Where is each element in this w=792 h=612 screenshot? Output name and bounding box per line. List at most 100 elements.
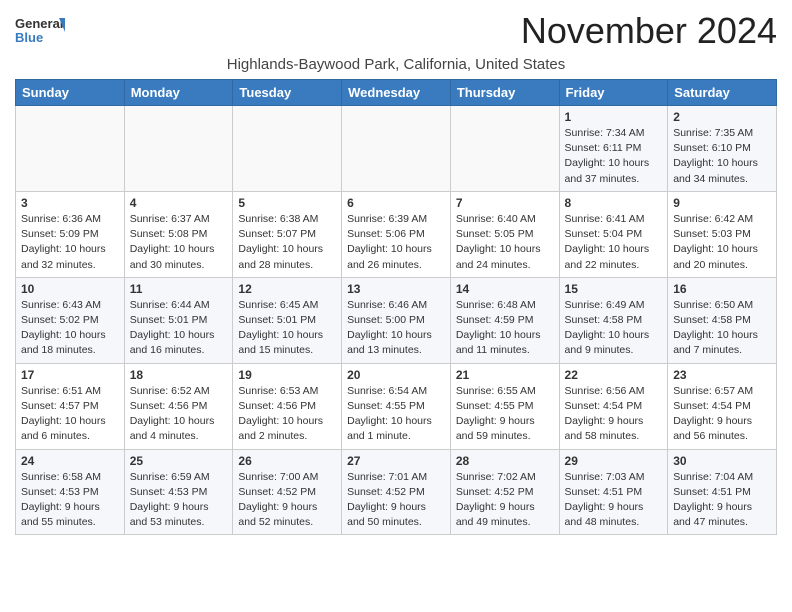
day-number: 26 [238, 454, 336, 468]
week-row-2: 3 Sunrise: 6:36 AMSunset: 5:09 PMDaylight… [16, 191, 777, 277]
calendar-table: SundayMondayTuesdayWednesdayThursdayFrid… [15, 79, 777, 535]
day-number: 16 [673, 282, 771, 296]
day-number: 12 [238, 282, 336, 296]
day-number: 14 [456, 282, 554, 296]
day-cell: 10 Sunrise: 6:43 AMSunset: 5:02 PMDayligh… [16, 277, 125, 363]
day-cell: 23Sunrise: 6:57 AMSunset: 4:54 PMDayligh… [668, 363, 777, 449]
day-cell: 12 Sunrise: 6:45 AMSunset: 5:01 PMDayligh… [233, 277, 342, 363]
day-cell: 7Sunrise: 6:40 AMSunset: 5:05 PMDaylight… [450, 191, 559, 277]
day-info: Sunrise: 6:40 AMSunset: 5:05 PMDaylight:… [456, 212, 554, 273]
day-cell: 2 Sunrise: 7:35 AMSunset: 6:10 PMDaylight… [668, 106, 777, 192]
title-area: November 2024 [521, 10, 777, 52]
day-number: 4 [130, 196, 228, 210]
day-info: Sunrise: 6:53 AMSunset: 4:56 PMDaylight:… [238, 384, 336, 445]
day-cell: 15 Sunrise: 6:49 AMSunset: 4:58 PMDayligh… [559, 277, 668, 363]
day-number: 6 [347, 196, 445, 210]
day-number: 19 [238, 368, 336, 382]
day-cell: 13Sunrise: 6:46 AMSunset: 5:00 PMDayligh… [342, 277, 451, 363]
day-info: Sunrise: 6:48 AMSunset: 4:59 PMDaylight:… [456, 298, 554, 359]
day-info: Sunrise: 6:41 AMSunset: 5:04 PMDaylight:… [565, 212, 663, 273]
day-number: 8 [565, 196, 663, 210]
day-number: 18 [130, 368, 228, 382]
day-cell: 9Sunrise: 6:42 AMSunset: 5:03 PMDaylight… [668, 191, 777, 277]
day-cell [450, 106, 559, 192]
day-cell: 29 Sunrise: 7:03 AMSunset: 4:51 PMDayligh… [559, 449, 668, 535]
day-info: Sunrise: 7:02 AMSunset: 4:52 PMDaylight:… [456, 470, 554, 531]
day-number: 25 [130, 454, 228, 468]
day-cell: 5 Sunrise: 6:38 AMSunset: 5:07 PMDaylight… [233, 191, 342, 277]
day-cell: 18 Sunrise: 6:52 AMSunset: 4:56 PMDayligh… [124, 363, 233, 449]
weekday-header-monday: Monday [124, 80, 233, 106]
logo: General Blue [15, 14, 65, 50]
day-number: 27 [347, 454, 445, 468]
day-info: Sunrise: 6:46 AMSunset: 5:00 PMDaylight:… [347, 298, 445, 359]
day-info: Sunrise: 6:38 AMSunset: 5:07 PMDaylight:… [238, 212, 336, 273]
header: General Blue November 2024 [15, 10, 777, 52]
day-info: Sunrise: 6:58 AMSunset: 4:53 PMDaylight:… [21, 470, 119, 531]
day-cell: 25 Sunrise: 6:59 AMSunset: 4:53 PMDayligh… [124, 449, 233, 535]
day-number: 29 [565, 454, 663, 468]
day-cell: 11Sunrise: 6:44 AMSunset: 5:01 PMDayligh… [124, 277, 233, 363]
day-cell: 4 Sunrise: 6:37 AMSunset: 5:08 PMDaylight… [124, 191, 233, 277]
day-number: 22 [565, 368, 663, 382]
day-number: 10 [21, 282, 119, 296]
week-row-5: 24 Sunrise: 6:58 AMSunset: 4:53 PMDayligh… [16, 449, 777, 535]
calendar-header-row: SundayMondayTuesdayWednesdayThursdayFrid… [16, 80, 777, 106]
day-cell: 3 Sunrise: 6:36 AMSunset: 5:09 PMDaylight… [16, 191, 125, 277]
day-number: 20 [347, 368, 445, 382]
day-info: Sunrise: 6:59 AMSunset: 4:53 PMDaylight:… [130, 470, 228, 531]
day-number: 1 [565, 110, 663, 124]
day-number: 5 [238, 196, 336, 210]
day-cell: 14 Sunrise: 6:48 AMSunset: 4:59 PMDayligh… [450, 277, 559, 363]
day-cell [233, 106, 342, 192]
day-number: 2 [673, 110, 771, 124]
day-info: Sunrise: 6:39 AMSunset: 5:06 PMDaylight:… [347, 212, 445, 273]
day-info: Sunrise: 7:35 AMSunset: 6:10 PMDaylight:… [673, 126, 771, 187]
day-info: Sunrise: 6:56 AMSunset: 4:54 PMDaylight:… [565, 384, 663, 445]
day-cell: 16Sunrise: 6:50 AMSunset: 4:58 PMDayligh… [668, 277, 777, 363]
weekday-header-tuesday: Tuesday [233, 80, 342, 106]
weekday-header-thursday: Thursday [450, 80, 559, 106]
month-title: November 2024 [521, 10, 777, 52]
day-cell: 1 Sunrise: 7:34 AMSunset: 6:11 PMDaylight… [559, 106, 668, 192]
day-cell: 8 Sunrise: 6:41 AMSunset: 5:04 PMDaylight… [559, 191, 668, 277]
day-cell: 27 Sunrise: 7:01 AMSunset: 4:52 PMDayligh… [342, 449, 451, 535]
week-row-3: 10 Sunrise: 6:43 AMSunset: 5:02 PMDayligh… [16, 277, 777, 363]
weekday-header-saturday: Saturday [668, 80, 777, 106]
day-cell: 21 Sunrise: 6:55 AMSunset: 4:55 PMDayligh… [450, 363, 559, 449]
day-number: 17 [21, 368, 119, 382]
day-info: Sunrise: 6:51 AMSunset: 4:57 PMDaylight:… [21, 384, 119, 445]
day-cell: 26Sunrise: 7:00 AMSunset: 4:52 PMDayligh… [233, 449, 342, 535]
weekday-header-sunday: Sunday [16, 80, 125, 106]
week-row-4: 17 Sunrise: 6:51 AMSunset: 4:57 PMDayligh… [16, 363, 777, 449]
day-info: Sunrise: 7:04 AMSunset: 4:51 PMDaylight:… [673, 470, 771, 531]
day-info: Sunrise: 6:52 AMSunset: 4:56 PMDaylight:… [130, 384, 228, 445]
day-info: Sunrise: 7:03 AMSunset: 4:51 PMDaylight:… [565, 470, 663, 531]
day-info: Sunrise: 7:01 AMSunset: 4:52 PMDaylight:… [347, 470, 445, 531]
day-info: Sunrise: 6:43 AMSunset: 5:02 PMDaylight:… [21, 298, 119, 359]
day-number: 15 [565, 282, 663, 296]
svg-text:General: General [15, 16, 63, 31]
day-cell: 6 Sunrise: 6:39 AMSunset: 5:06 PMDaylight… [342, 191, 451, 277]
day-cell: 17 Sunrise: 6:51 AMSunset: 4:57 PMDayligh… [16, 363, 125, 449]
day-cell: 30 Sunrise: 7:04 AMSunset: 4:51 PMDayligh… [668, 449, 777, 535]
day-cell: 24 Sunrise: 6:58 AMSunset: 4:53 PMDayligh… [16, 449, 125, 535]
day-info: Sunrise: 6:55 AMSunset: 4:55 PMDaylight:… [456, 384, 554, 445]
day-info: Sunrise: 6:45 AMSunset: 5:01 PMDaylight:… [238, 298, 336, 359]
day-info: Sunrise: 7:34 AMSunset: 6:11 PMDaylight:… [565, 126, 663, 187]
day-number: 3 [21, 196, 119, 210]
day-info: Sunrise: 6:37 AMSunset: 5:08 PMDaylight:… [130, 212, 228, 273]
day-info: Sunrise: 6:49 AMSunset: 4:58 PMDaylight:… [565, 298, 663, 359]
day-info: Sunrise: 6:36 AMSunset: 5:09 PMDaylight:… [21, 212, 119, 273]
day-info: Sunrise: 6:54 AMSunset: 4:55 PMDaylight:… [347, 384, 445, 445]
day-cell [16, 106, 125, 192]
day-cell [342, 106, 451, 192]
logo-svg: General Blue [15, 14, 65, 50]
day-number: 9 [673, 196, 771, 210]
day-number: 24 [21, 454, 119, 468]
day-number: 30 [673, 454, 771, 468]
day-cell: 22 Sunrise: 6:56 AMSunset: 4:54 PMDayligh… [559, 363, 668, 449]
week-row-1: 1 Sunrise: 7:34 AMSunset: 6:11 PMDaylight… [16, 106, 777, 192]
day-number: 21 [456, 368, 554, 382]
day-number: 23 [673, 368, 771, 382]
